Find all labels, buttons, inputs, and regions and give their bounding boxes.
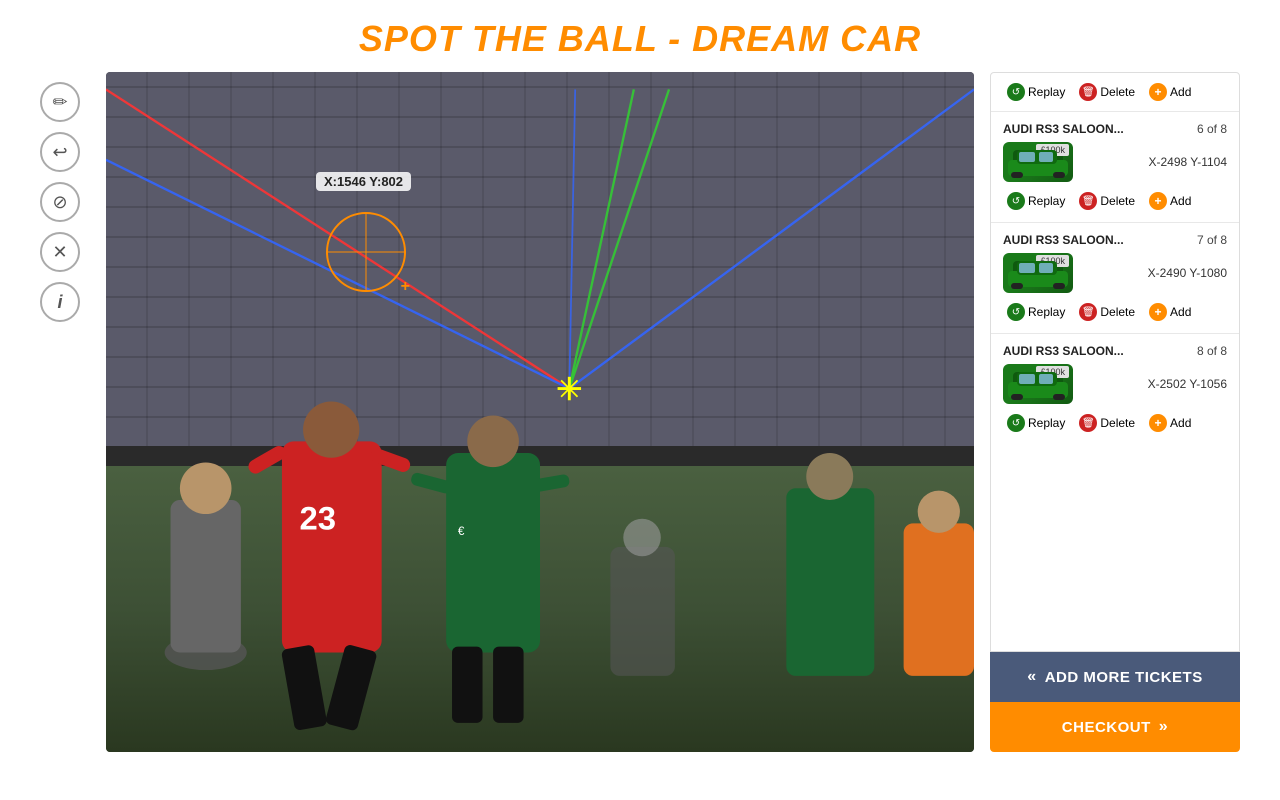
- replay-button-partial[interactable]: ↺ Replay: [1003, 81, 1069, 103]
- tickets-list[interactable]: ↺ Replay 🗑 Delete + Add AUDI RS3 S: [990, 72, 1240, 652]
- pitch-ground: [106, 466, 974, 752]
- crosshair-plus: +: [401, 278, 410, 296]
- ticket-body-6: £100k X-2498 Y-1104: [1003, 142, 1227, 182]
- add-button-partial[interactable]: + Add: [1145, 81, 1195, 103]
- add-more-tickets-button[interactable]: « ADD MORE TICKETS: [990, 652, 1240, 702]
- game-image-area[interactable]: 23 €: [106, 72, 974, 752]
- ticket-item-6: AUDI RS3 SALOON... 6 of 8 £100k: [991, 112, 1239, 223]
- ticket-actions-6: ↺ Replay 🗑 Delete + Add: [1003, 190, 1227, 212]
- ticket-header-8: AUDI RS3 SALOON... 8 of 8: [1003, 344, 1227, 358]
- ticket-coords-7: X-2490 Y-1080: [1081, 266, 1227, 280]
- replay-icon-6: ↺: [1007, 192, 1025, 210]
- checkout-button[interactable]: CHECKOUT »: [990, 702, 1240, 752]
- add-icon-6: +: [1149, 192, 1167, 210]
- delete-button-8[interactable]: 🗑 Delete: [1075, 412, 1139, 434]
- eye-tool-button[interactable]: ⊘: [40, 182, 80, 222]
- undo-tool-button[interactable]: ↩: [40, 132, 80, 172]
- ticket-body-7: £100k X-2490 Y-1080: [1003, 253, 1227, 293]
- replay-icon-partial: ↺: [1007, 83, 1025, 101]
- replay-icon-7: ↺: [1007, 303, 1025, 321]
- close-tool-button[interactable]: ✕: [40, 232, 80, 272]
- delete-button-partial[interactable]: 🗑 Delete: [1075, 81, 1139, 103]
- add-button-8[interactable]: + Add: [1145, 412, 1195, 434]
- delete-button-6[interactable]: 🗑 Delete: [1075, 190, 1139, 212]
- wall-background: [106, 72, 974, 446]
- ticket-item-8: AUDI RS3 SALOON... 8 of 8 £100k: [991, 334, 1239, 444]
- ticket-count-8: 8 of 8: [1197, 344, 1227, 358]
- replay-button-6[interactable]: ↺ Replay: [1003, 190, 1069, 212]
- ticket-item-7: AUDI RS3 SALOON... 7 of 8 £100k: [991, 223, 1239, 334]
- ticket-count-7: 7 of 8: [1197, 233, 1227, 247]
- crosshair-vertical: [366, 212, 367, 292]
- add-button-7[interactable]: + Add: [1145, 301, 1195, 323]
- ticket-header-6: AUDI RS3 SALOON... 6 of 8: [1003, 122, 1227, 136]
- tool-panel: ✏ ↩ ⊘ ✕ i: [40, 72, 90, 752]
- delete-button-7[interactable]: 🗑 Delete: [1075, 301, 1139, 323]
- replay-icon-8: ↺: [1007, 414, 1025, 432]
- add-button-6[interactable]: + Add: [1145, 190, 1195, 212]
- ticket-item-partial: ↺ Replay 🗑 Delete + Add: [991, 73, 1239, 112]
- ticket-name-7: AUDI RS3 SALOON...: [1003, 233, 1124, 247]
- ticket-actions-7: ↺ Replay 🗑 Delete + Add: [1003, 301, 1227, 323]
- car-graphic-8: £100k: [1003, 364, 1073, 404]
- ticket-body-8: £100k X-2502 Y-1056: [1003, 364, 1227, 404]
- delete-icon-partial: 🗑: [1079, 83, 1097, 101]
- ticket-actions-8: ↺ Replay 🗑 Delete + Add: [1003, 412, 1227, 434]
- pencil-tool-button[interactable]: ✏: [40, 82, 80, 122]
- crosshair-indicator[interactable]: +: [326, 212, 406, 292]
- add-icon-partial: +: [1149, 83, 1167, 101]
- car-graphic-7: £100k: [1003, 253, 1073, 293]
- replay-button-8[interactable]: ↺ Replay: [1003, 412, 1069, 434]
- ticket-coords-8: X-2502 Y-1056: [1081, 377, 1227, 391]
- info-tool-button[interactable]: i: [40, 282, 80, 322]
- delete-icon-7: 🗑: [1079, 303, 1097, 321]
- page-title: SPOT THE BALL - DREAM CAR: [0, 0, 1280, 72]
- add-icon-8: +: [1149, 414, 1167, 432]
- ticket-actions-partial: ↺ Replay 🗑 Delete + Add: [1003, 81, 1227, 103]
- delete-icon-6: 🗑: [1079, 192, 1097, 210]
- car-graphic-6: £100k: [1003, 142, 1073, 182]
- replay-button-7[interactable]: ↺ Replay: [1003, 301, 1069, 323]
- ticket-name-8: AUDI RS3 SALOON...: [1003, 344, 1124, 358]
- ticket-coords-6: X-2498 Y-1104: [1081, 155, 1227, 169]
- delete-icon-8: 🗑: [1079, 414, 1097, 432]
- add-tickets-chevron-icon: «: [1027, 668, 1036, 686]
- right-panel: ↺ Replay 🗑 Delete + Add AUDI RS3 S: [990, 72, 1240, 752]
- checkout-chevron-icon: »: [1159, 718, 1168, 736]
- ticket-count-6: 6 of 8: [1197, 122, 1227, 136]
- ticket-header-7: AUDI RS3 SALOON... 7 of 8: [1003, 233, 1227, 247]
- coordinate-label: X:1546 Y:802: [316, 172, 411, 191]
- ticket-name-6: AUDI RS3 SALOON...: [1003, 122, 1124, 136]
- add-icon-7: +: [1149, 303, 1167, 321]
